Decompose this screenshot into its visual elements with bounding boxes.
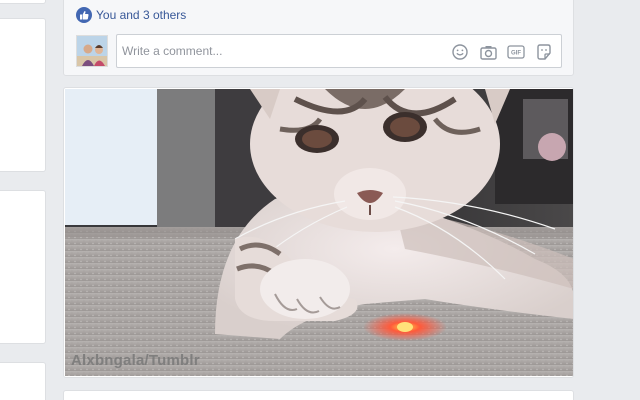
comment-input[interactable] bbox=[117, 35, 437, 67]
watermark: Alxbngala/Tumblr bbox=[71, 352, 200, 369]
left-column-card bbox=[0, 18, 46, 172]
likes-summary[interactable]: You and 3 others bbox=[76, 6, 186, 24]
left-column-card bbox=[0, 362, 46, 400]
comment-composer: GIF bbox=[76, 34, 562, 68]
camera-icon[interactable] bbox=[479, 43, 497, 61]
comment-box[interactable]: GIF bbox=[116, 34, 562, 68]
gif-label: GIF bbox=[511, 51, 521, 57]
cat-gif[interactable]: Alxbngala/Tumblr bbox=[65, 89, 573, 376]
left-column-card bbox=[0, 190, 46, 344]
sticker-icon[interactable] bbox=[535, 43, 553, 61]
thumbs-up-icon bbox=[76, 7, 92, 23]
post-media[interactable]: Alxbngala/Tumblr bbox=[63, 87, 574, 378]
left-column-card bbox=[0, 0, 46, 4]
next-post-card bbox=[63, 390, 574, 400]
avatar[interactable] bbox=[76, 35, 108, 67]
gif-icon[interactable]: GIF bbox=[507, 43, 525, 61]
likes-text[interactable]: You and 3 others bbox=[96, 8, 186, 22]
post-footer: You and 3 others Write a comment... GIF bbox=[63, 0, 574, 76]
emoji-icon[interactable] bbox=[451, 43, 469, 61]
